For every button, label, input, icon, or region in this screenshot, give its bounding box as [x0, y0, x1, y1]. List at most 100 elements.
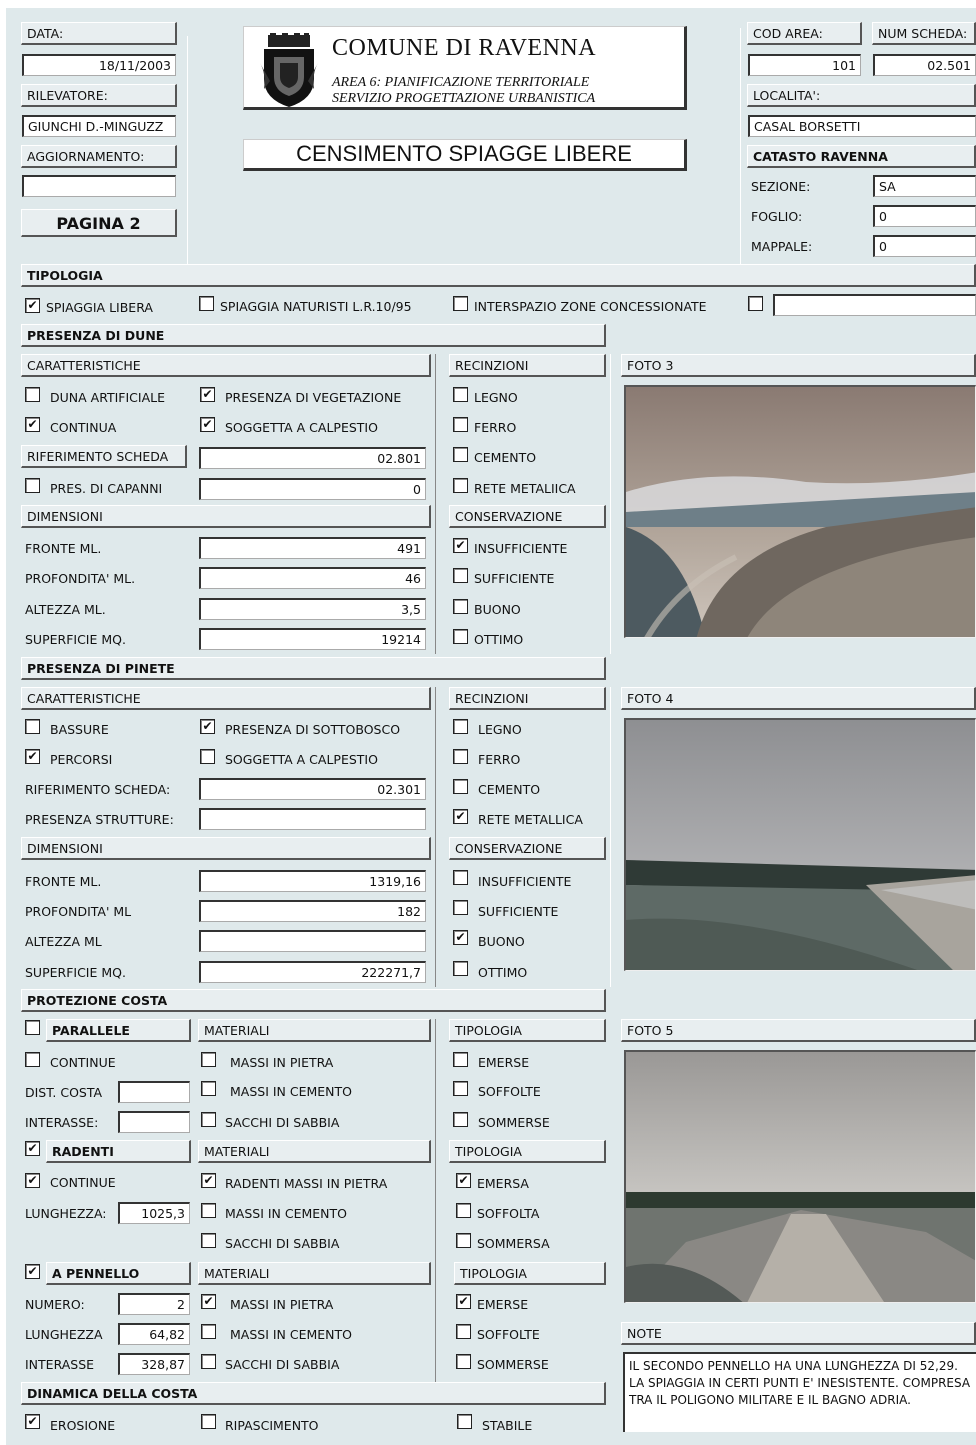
pinete-profondita-field[interactable]: 182	[199, 900, 426, 922]
parallele-emerse-checkbox[interactable]	[453, 1052, 468, 1067]
pinete-fronte-field[interactable]: 1319,16	[199, 870, 426, 892]
dist-costa-field[interactable]	[118, 1081, 190, 1103]
dune-riferimento-field[interactable]: 02.801	[199, 447, 426, 469]
note-field[interactable]: IL SECONDO PENNELLO HA UNA LUNGHEZZA DI …	[623, 1352, 976, 1432]
pennello-sommerse-checkbox[interactable]	[456, 1354, 471, 1369]
foglio-field[interactable]: 0	[873, 205, 976, 227]
dune-ottimo-checkbox[interactable]	[453, 629, 468, 644]
interspazio-checkbox[interactable]	[453, 296, 468, 311]
parallele-continue-checkbox[interactable]	[25, 1052, 40, 1067]
dune-cemento-checkbox[interactable]	[453, 447, 468, 462]
parallele-massi-cemento-checkbox[interactable]	[201, 1081, 216, 1096]
bassure-checkbox[interactable]	[25, 719, 40, 734]
pennello-lunghezza-field[interactable]: 64,82	[118, 1323, 190, 1345]
radenti-sacchi-checkbox[interactable]	[201, 1233, 216, 1248]
pinete-insufficiente-checkbox[interactable]	[453, 870, 468, 885]
page-indicator: PAGINA 2	[21, 209, 177, 237]
parallele-sacchi-checkbox[interactable]	[201, 1112, 216, 1127]
dune-rete-checkbox[interactable]	[453, 478, 468, 493]
spiaggia-naturisti-checkbox[interactable]	[199, 296, 214, 311]
numero-field[interactable]: 2	[118, 1293, 190, 1315]
pinete-ottimo-checkbox[interactable]	[453, 961, 468, 976]
pinete-altezza-field[interactable]	[199, 930, 426, 952]
pres-capanni-checkbox[interactable]	[25, 478, 40, 493]
percorsi-checkbox[interactable]: ✔	[25, 749, 40, 764]
radenti-sommersa-checkbox[interactable]	[456, 1233, 471, 1248]
radenti-continue-checkbox[interactable]: ✔	[25, 1173, 40, 1188]
census-form: DATA: 18/11/2003 RILEVATORE: GIUNCHI D.-…	[6, 8, 976, 1445]
spiaggia-libera-label: SPIAGGIA LIBERA	[46, 300, 153, 315]
pennello-sacchi-checkbox[interactable]	[201, 1354, 216, 1369]
other-tipologia-checkbox[interactable]	[748, 296, 763, 311]
pinete-ferro-checkbox[interactable]	[453, 749, 468, 764]
pennello-emerse-label: EMERSE	[477, 1297, 529, 1312]
data-field[interactable]: 18/11/2003	[22, 54, 176, 76]
aggiornamento-field[interactable]	[22, 175, 176, 197]
presenza-strutture-field[interactable]	[199, 808, 426, 830]
erosione-label: EROSIONE	[50, 1418, 116, 1433]
dune-profondita-field[interactable]: 46	[199, 567, 426, 589]
presenza-sottobosco-checkbox[interactable]: ✔	[200, 719, 215, 734]
pinete-legno-checkbox[interactable]	[453, 719, 468, 734]
pinete-rete-checkbox[interactable]: ✔	[453, 809, 468, 824]
dune-sufficiente-label: SUFFICIENTE	[474, 571, 555, 586]
spiaggia-libera-checkbox[interactable]: ✔	[25, 298, 40, 313]
foto3-header: FOTO 3	[621, 354, 976, 377]
dune-altezza-field[interactable]: 3,5	[199, 598, 426, 620]
presenza-vegetazione-checkbox[interactable]: ✔	[200, 387, 215, 402]
other-tipologia-field[interactable]	[773, 294, 976, 316]
pennello-soffolte-checkbox[interactable]	[456, 1324, 471, 1339]
pinete-buono-checkbox[interactable]: ✔	[453, 930, 468, 945]
localita-field[interactable]: CASAL BORSETTI	[748, 115, 976, 137]
parallele-soffolte-checkbox[interactable]	[453, 1081, 468, 1096]
continua-checkbox[interactable]: ✔	[25, 417, 40, 432]
parallele-interasse-label: INTERASSE:	[25, 1115, 99, 1130]
pres-capanni-field[interactable]: 0	[199, 478, 426, 500]
parallele-checkbox[interactable]	[25, 1020, 40, 1035]
stabile-label: STABILE	[482, 1418, 533, 1433]
mappale-field[interactable]: 0	[873, 235, 976, 257]
radenti-emersa-checkbox[interactable]: ✔	[456, 1173, 471, 1188]
rilevatore-field[interactable]: GIUNCHI D.-MINGUZZ	[22, 115, 176, 137]
pinete-calpestio-checkbox[interactable]	[200, 749, 215, 764]
soggetta-calpestio-checkbox[interactable]: ✔	[200, 417, 215, 432]
duna-artificiale-checkbox[interactable]	[25, 387, 40, 402]
parallele-massi-pietra-checkbox[interactable]	[201, 1052, 216, 1067]
sezione-field[interactable]: SA	[873, 175, 976, 197]
radenti-checkbox[interactable]: ✔	[25, 1141, 40, 1156]
pinete-cemento-checkbox[interactable]	[453, 779, 468, 794]
parallele-sommerse-checkbox[interactable]	[453, 1112, 468, 1127]
stabile-checkbox[interactable]	[457, 1414, 472, 1429]
pennello-checkbox[interactable]: ✔	[25, 1264, 40, 1279]
radenti-lunghezza-field[interactable]: 1025,3	[118, 1202, 190, 1224]
pennello-interasse-field[interactable]: 328,87	[118, 1353, 190, 1375]
dune-ottimo-label: OTTIMO	[474, 632, 524, 647]
dune-fronte-label: FRONTE ML.	[25, 541, 102, 556]
dune-buono-checkbox[interactable]	[453, 599, 468, 614]
dinamica-header: DINAMICA DELLA COSTA	[21, 1382, 606, 1405]
parallele-massi-pietra-label: MASSI IN PIETRA	[230, 1055, 334, 1070]
dune-fronte-field[interactable]: 491	[199, 537, 426, 559]
beach-photo-3	[626, 387, 975, 637]
pennello-emerse-checkbox[interactable]: ✔	[456, 1294, 471, 1309]
dune-ferro-checkbox[interactable]	[453, 417, 468, 432]
parallele-interasse-field[interactable]	[118, 1111, 190, 1133]
ripascimento-checkbox[interactable]	[201, 1414, 216, 1429]
dune-legno-checkbox[interactable]	[453, 387, 468, 402]
cod-area-field[interactable]: 101	[748, 54, 861, 76]
radenti-massi-pietra-checkbox[interactable]: ✔	[201, 1173, 216, 1188]
dune-altezza-label: ALTEZZA ML.	[25, 602, 106, 617]
pennello-massi-cemento-checkbox[interactable]	[201, 1324, 216, 1339]
radenti-soffolta-checkbox[interactable]	[456, 1203, 471, 1218]
pinete-superficie-field[interactable]: 222271,7	[199, 961, 426, 983]
pinete-superficie-label: SUPERFICIE MQ.	[25, 965, 126, 980]
pinete-riferimento-field[interactable]: 02.301	[199, 778, 426, 800]
num-scheda-field[interactable]: 02.501	[873, 54, 976, 76]
pinete-sufficiente-checkbox[interactable]	[453, 900, 468, 915]
radenti-massi-cemento-checkbox[interactable]	[201, 1203, 216, 1218]
dune-sufficiente-checkbox[interactable]	[453, 568, 468, 583]
erosione-checkbox[interactable]: ✔	[25, 1414, 40, 1429]
dune-superficie-field[interactable]: 19214	[199, 628, 426, 650]
dune-insufficiente-checkbox[interactable]: ✔	[453, 538, 468, 553]
pennello-massi-pietra-checkbox[interactable]: ✔	[201, 1294, 216, 1309]
